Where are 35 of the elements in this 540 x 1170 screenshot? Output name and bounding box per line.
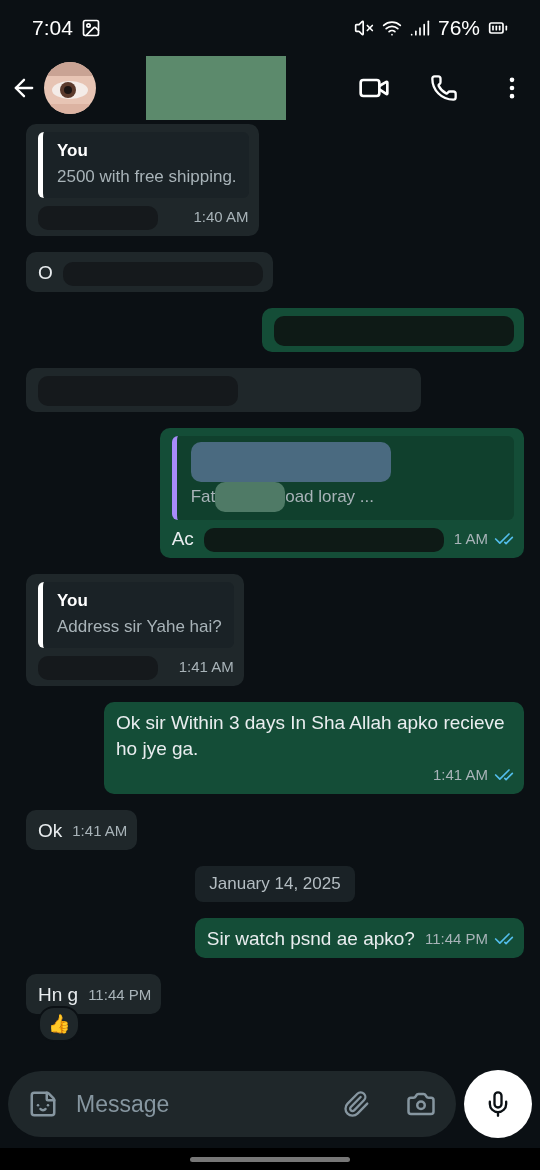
message-time: 1:41 AM <box>432 765 488 785</box>
message-text: Sir watch psnd ae apko? <box>206 927 415 951</box>
signal-icon <box>409 18 430 38</box>
quoted-message[interactable]: You 2500 with free shipping. <box>38 132 249 198</box>
wifi-icon <box>381 18 402 38</box>
message-time: 11:44 PM <box>424 929 488 949</box>
message-time: 1:41 AM <box>178 657 234 677</box>
quote-text: oad loray ... <box>285 486 374 508</box>
message-field[interactable]: Message <box>74 1089 326 1119</box>
sticker-icon[interactable] <box>28 1089 58 1119</box>
status-time: 7:04 <box>32 16 73 40</box>
message-text: Ok <box>38 819 63 843</box>
quoted-message[interactable]: You Address sir Yahe hai? <box>38 582 234 648</box>
message-time: 1 AM <box>453 529 488 549</box>
message-text: Hn g <box>38 983 79 1007</box>
quote-author: You <box>57 590 89 612</box>
phone-icon[interactable] <box>430 74 458 102</box>
home-indicator[interactable] <box>190 1156 350 1162</box>
message-text: Ac <box>171 527 194 551</box>
message-time: 11:44 PM <box>88 985 152 1005</box>
reaction-badge[interactable]: 👍 <box>38 1006 80 1042</box>
attach-icon[interactable] <box>342 1090 370 1118</box>
image-icon <box>80 18 101 38</box>
mute-icon <box>353 18 374 38</box>
date-chip: January 14, 2025 <box>195 866 355 902</box>
quote-text: 2500 with free shipping. <box>57 166 237 188</box>
message-text: O <box>38 261 53 285</box>
message-time: 1:40 AM <box>193 207 249 227</box>
quote-text: Address sir Yahe hai? <box>57 616 222 638</box>
battery-percent: 76% <box>437 16 480 40</box>
message-time: 1:41 AM <box>72 821 128 841</box>
quoted-message[interactable]: Fat oad loray ... <box>171 436 514 520</box>
quote-author: You <box>57 140 89 162</box>
quote-text: Fat <box>190 486 216 508</box>
message-text: Ok sir Within 3 days In Sha Allah apko recieve ho jye ga. <box>116 711 506 761</box>
